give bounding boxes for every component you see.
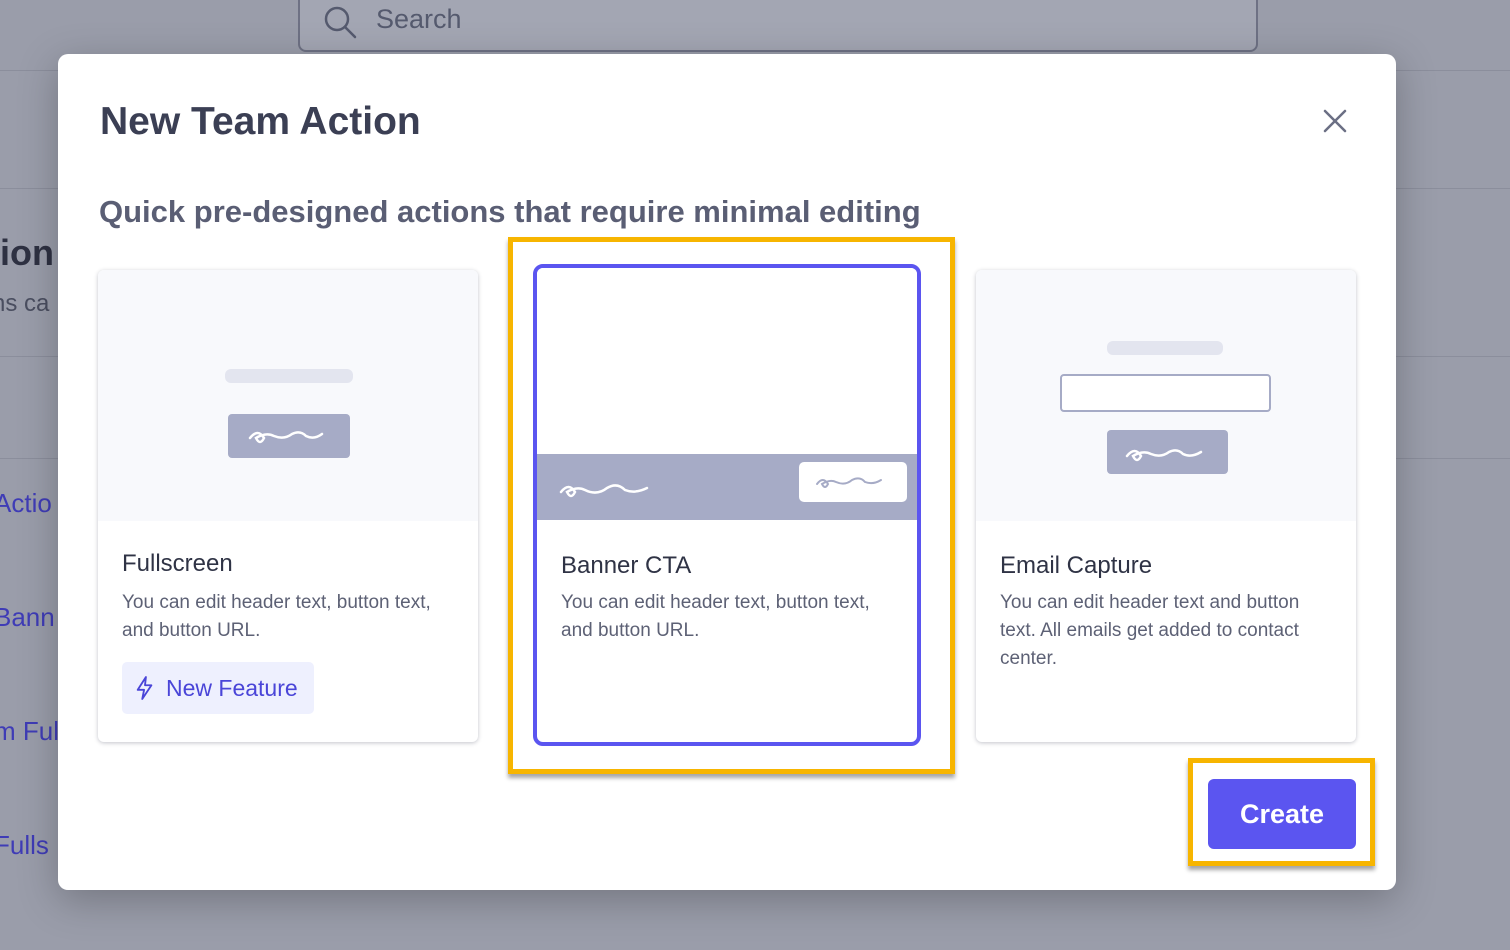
close-icon: [1323, 109, 1347, 133]
banner-button-placeholder: [799, 462, 907, 502]
background-search-bar: Search: [298, 0, 1258, 52]
modal-subtitle: Quick pre-designed actions that require …: [99, 194, 921, 229]
card-title: Banner CTA: [561, 552, 692, 579]
background-heading: tion: [0, 232, 54, 273]
email-input-placeholder: [1060, 374, 1271, 412]
squiggle-icon: [816, 477, 882, 488]
template-card-email-capture[interactable]: Email Capture You can edit header text a…: [976, 270, 1356, 742]
squiggle-icon: [1125, 449, 1203, 462]
banner-placeholder: [537, 454, 917, 520]
background-subtitle: ns ca: [0, 290, 50, 317]
badge-label: New Feature: [166, 674, 298, 701]
card-description: You can edit header text, button text, a…: [122, 592, 431, 641]
button-placeholder: [1107, 430, 1228, 474]
background-list-item: m Ful: [0, 716, 59, 746]
background-list-item: Actio: [0, 488, 52, 518]
template-card-banner-cta[interactable]: Banner CTA You can edit header text, but…: [533, 264, 921, 746]
create-button[interactable]: Create: [1208, 779, 1356, 849]
lightning-icon: [136, 676, 153, 700]
squiggle-icon: [248, 431, 324, 444]
card-title: Email Capture: [1000, 552, 1153, 579]
squiggle-icon: [559, 484, 649, 498]
background-list-item: Fulls: [0, 830, 49, 860]
email-capture-preview: [976, 270, 1356, 521]
background-list-item: Bann: [0, 602, 55, 632]
header-placeholder: [1107, 341, 1223, 355]
new-team-action-modal: New Team Action Quick pre-designed actio…: [58, 54, 1396, 890]
card-description: You can edit header text and button text…: [1000, 592, 1300, 669]
card-description: You can edit header text, button text, a…: [561, 592, 870, 641]
template-card-fullscreen[interactable]: Fullscreen You can edit header text, but…: [98, 270, 478, 742]
search-placeholder: Search: [376, 4, 462, 34]
close-button[interactable]: [1320, 106, 1350, 136]
search-icon: [324, 6, 357, 39]
button-placeholder: [228, 414, 350, 458]
card-title: Fullscreen: [122, 550, 233, 577]
banner-preview: [537, 268, 917, 520]
new-feature-badge[interactable]: New Feature: [122, 662, 314, 714]
header-placeholder: [225, 369, 353, 383]
fullscreen-preview: [98, 270, 478, 521]
modal-title: New Team Action: [100, 100, 421, 143]
